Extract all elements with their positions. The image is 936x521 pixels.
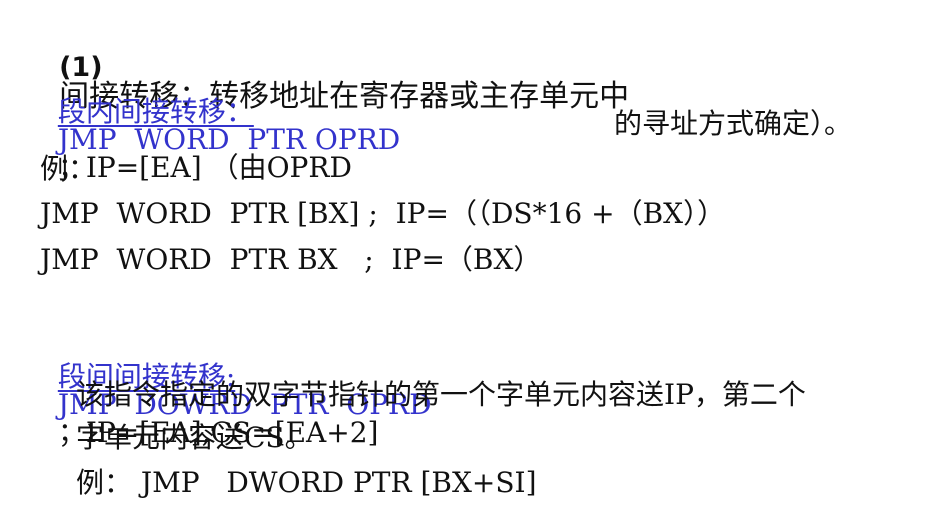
example-line-2: JMP WORD PTR BX ; IP=（BX） <box>40 243 542 276</box>
examples-label: 例： <box>40 152 97 185</box>
inter-segment-example: 例： JMP DWORD PTR [BX+SI] <box>76 466 537 499</box>
example-line-1: JMP WORD PTR [BX] ; IP=（（DS*16 +（BX）） <box>40 197 726 230</box>
intra-segment-description-continued: 的寻址方式确定）。 <box>614 107 853 140</box>
inter-segment-explanation-2: 字单元内容送CS。 <box>76 421 313 454</box>
inter-segment-explanation-1: 该指令指定的双字节指针的第一个字单元内容送IP，第二个 <box>76 378 806 411</box>
intra-segment-description: ；IP=[EA] （由OPRD <box>57 151 352 184</box>
